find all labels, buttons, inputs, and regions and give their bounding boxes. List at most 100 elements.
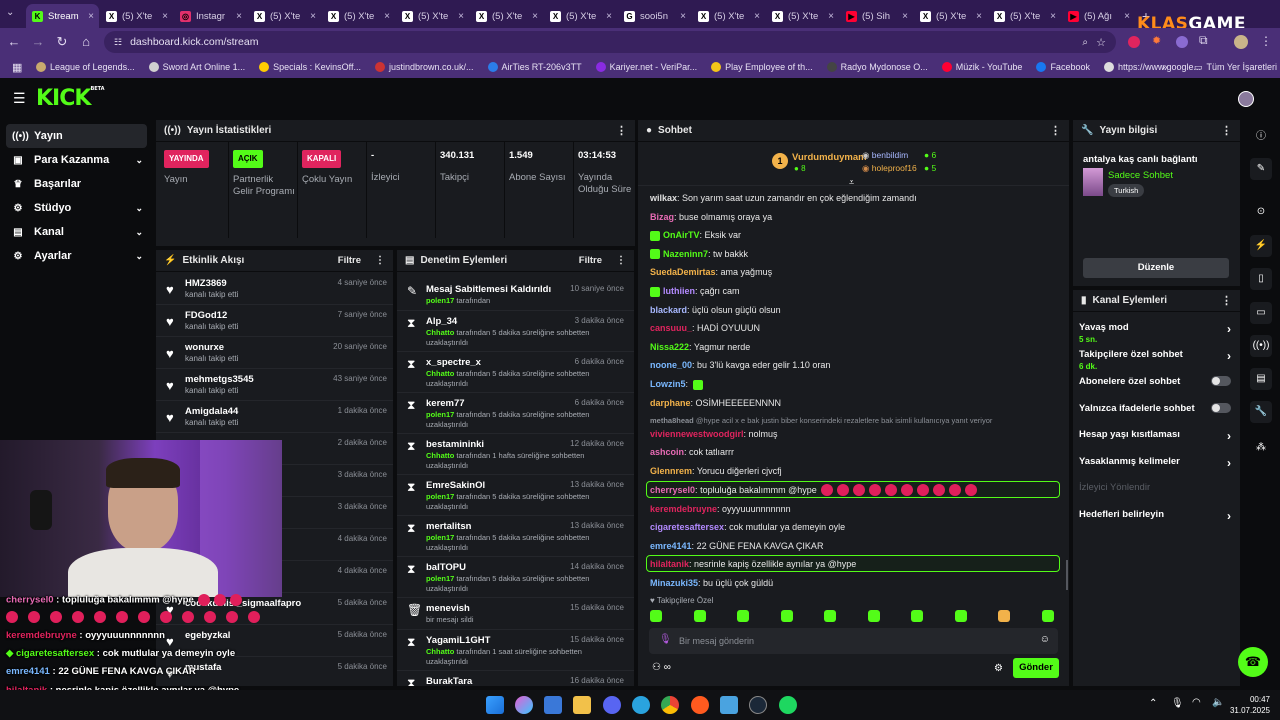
chat-username[interactable]: Nissa222 <box>650 342 689 352</box>
chat-message[interactable]: metha8head @hype acil x e bak justin bib… <box>650 415 992 427</box>
sidebar-item[interactable]: ▣ Para Kazanma ⌄ <box>6 148 147 172</box>
chat-message[interactable]: keremdebruyne: oyyyuuunnnnnnn <box>650 503 791 515</box>
chat-username[interactable]: darphane <box>650 398 691 408</box>
discord-icon[interactable] <box>603 696 621 714</box>
spotify-icon[interactable] <box>779 696 797 714</box>
moderation-target[interactable]: bestamininki <box>426 439 484 450</box>
moderator-name[interactable]: polen17 <box>426 492 454 501</box>
address-bar[interactable]: ☷ dashboard.kick.com/stream ⌕ ☆ <box>104 31 1116 53</box>
browser-tab[interactable]: K Stream × <box>26 4 99 28</box>
moderation-row[interactable]: ⧗ BurakTara 16 dakika önce <box>397 671 634 686</box>
chat-username[interactable]: Nazeninn7 <box>663 249 708 259</box>
forward-icon[interactable]: → <box>26 30 50 54</box>
browser-tab[interactable]: X (5) X'te × <box>396 4 469 28</box>
chat-message[interactable]: OnAirTV: Eksik var <box>650 229 741 241</box>
info-icon[interactable]: ⓘ <box>1250 126 1272 148</box>
brave-icon[interactable] <box>691 696 709 714</box>
chat-username[interactable]: hilaltanik <box>650 559 689 569</box>
tab-close-icon[interactable]: × <box>1050 11 1056 22</box>
chevron-right-icon[interactable]: › <box>1227 509 1231 523</box>
chat-message[interactable]: Lowzin5: <box>650 378 703 390</box>
moderation-target[interactable]: EmreSakinOl <box>426 480 485 491</box>
chevron-right-icon[interactable]: › <box>1227 322 1231 336</box>
moderation-row[interactable]: ⧗ baITOPU polen17 tarafından 5 dakika süre… <box>397 557 634 598</box>
start-icon[interactable] <box>486 696 504 714</box>
channel-action-row[interactable]: Yavaş mod 5 sn. › <box>1079 322 1234 344</box>
browser-tab[interactable]: X (5) X'te × <box>322 4 395 28</box>
tab-close-icon[interactable]: × <box>458 11 464 22</box>
moderator-name[interactable]: Chhatto <box>426 369 454 378</box>
nodes-icon[interactable]: ⁂ <box>1250 437 1272 459</box>
tab-close-icon[interactable]: × <box>1124 11 1130 22</box>
store-icon[interactable] <box>544 696 562 714</box>
activity-row[interactable]: ♥ HMZ3869 kanalı takip etti 4 saniye önce <box>156 273 393 305</box>
quick-emote-icon[interactable] <box>650 610 662 622</box>
chat-username[interactable]: ashcoin <box>650 447 684 457</box>
user-settings-icon[interactable]: ⚇ ∞ <box>652 662 671 673</box>
chat-message[interactable]: Nazeninn7: tw bakkk <box>650 248 748 260</box>
activity-username[interactable]: HMZ3869 <box>185 278 227 289</box>
moderation-row[interactable]: ⧗ mertalitsn polen17 tarafından 5 dakika s… <box>397 516 634 557</box>
quick-emote-icon[interactable] <box>998 610 1010 622</box>
steam-icon[interactable] <box>749 696 767 714</box>
tab-close-icon[interactable]: × <box>162 11 168 22</box>
extensions-puzzle-icon[interactable]: ⧉ <box>1199 33 1208 48</box>
support-chat-button[interactable]: ☎ <box>1238 647 1268 677</box>
chat-message[interactable]: Nissa222: Yagmur nerde <box>650 341 750 353</box>
extension-icon[interactable] <box>1128 36 1140 48</box>
focus-icon[interactable]: ⊙ <box>1250 201 1272 223</box>
edit-button[interactable]: Düzenle <box>1083 258 1229 278</box>
tab-close-icon[interactable]: × <box>828 11 834 22</box>
filter-button[interactable]: Filtre <box>338 255 361 266</box>
bookmark-item[interactable]: justindbrown.co.uk/... <box>375 62 474 72</box>
chevron-down-icon[interactable]: ⌄ <box>135 203 143 214</box>
tab-close-icon[interactable]: × <box>310 11 316 22</box>
activity-row[interactable]: ♥ FDGod12 kanalı takip etti 7 saniye önce <box>156 305 393 337</box>
chevron-right-icon[interactable]: › <box>1227 349 1231 363</box>
moderator-name[interactable]: Chhatto <box>426 328 454 337</box>
chat-message[interactable]: viviennewestwoodgirl: nolmuş <box>650 428 778 440</box>
chat-username[interactable]: luthiien <box>663 286 695 296</box>
chat-scrollbar[interactable] <box>1066 560 1068 590</box>
tab-search-icon[interactable]: ⌄ <box>6 7 14 18</box>
tab-close-icon[interactable]: × <box>88 11 94 22</box>
quick-emote-icon[interactable] <box>911 610 923 622</box>
moderation-target[interactable]: mertalitsn <box>426 521 471 532</box>
more-options-icon[interactable]: ⋮ <box>1221 294 1232 307</box>
chat-username[interactable]: keremdebruyne <box>650 504 717 514</box>
moderation-target[interactable]: menevish <box>426 603 470 614</box>
more-options-icon[interactable]: ⋮ <box>616 124 627 137</box>
apps-grid-icon[interactable]: ▦ <box>12 61 22 74</box>
zoom-icon[interactable]: ⌕ <box>1082 37 1088 48</box>
chevron-right-icon[interactable]: › <box>1227 429 1231 443</box>
mic-icon[interactable]: 🎙 <box>659 634 672 645</box>
moderator-name[interactable]: polen17 <box>426 533 454 542</box>
moderation-row[interactable]: ⧗ EmreSakinOl polen17 tarafından 5 dakika … <box>397 475 634 516</box>
chat-message[interactable]: ashcoin: cok tatlıarrr <box>650 446 734 458</box>
tab-close-icon[interactable]: × <box>532 11 538 22</box>
chat-username[interactable]: metha8head <box>650 416 694 425</box>
quick-emote-icon[interactable] <box>693 610 706 622</box>
more-options-icon[interactable]: ⋮ <box>375 255 385 266</box>
chat-input[interactable]: 🎙 Bir mesaj gönderin ☺ <box>649 628 1058 654</box>
channel-action-row[interactable]: Yasaklanmış kelimeler › <box>1079 456 1234 470</box>
back-icon[interactable]: ← <box>2 30 26 54</box>
browser-tab[interactable]: Gsooi5n × <box>618 4 691 28</box>
calendar-icon[interactable]: ▯ <box>1250 268 1272 290</box>
chat-message[interactable]: luthiien: çağrı cam <box>650 285 740 297</box>
moderation-row[interactable]: ⧗ Alp_34 Chhatto tarafından 5 dakika sürel… <box>397 311 634 352</box>
extension-fox-icon[interactable]: ✹ <box>1152 34 1161 47</box>
chat-message[interactable]: hilaltanik: nesrinle kapiş özellikle ayn… <box>650 558 856 570</box>
copilot-icon[interactable] <box>515 696 533 714</box>
tray-volume-icon[interactable]: 🔈 <box>1212 697 1224 708</box>
activity-username[interactable]: Amigdala44 <box>185 406 238 417</box>
chat-username[interactable]: Glennrem <box>650 466 692 476</box>
sidebar-item[interactable]: ((•)) Yayın <box>6 124 147 148</box>
moderation-target[interactable]: baITOPU <box>426 562 466 573</box>
chat-username[interactable]: SuedaDemirtas <box>650 267 716 277</box>
sidebar-item[interactable]: ⚙ Stüdyo ⌄ <box>6 196 147 220</box>
moderator-name[interactable]: polen17 <box>426 410 454 419</box>
pencil-icon[interactable]: ✎ <box>1250 158 1272 180</box>
send-button[interactable]: Gönder <box>1013 658 1059 678</box>
extension-cloud-icon[interactable] <box>1176 36 1188 48</box>
